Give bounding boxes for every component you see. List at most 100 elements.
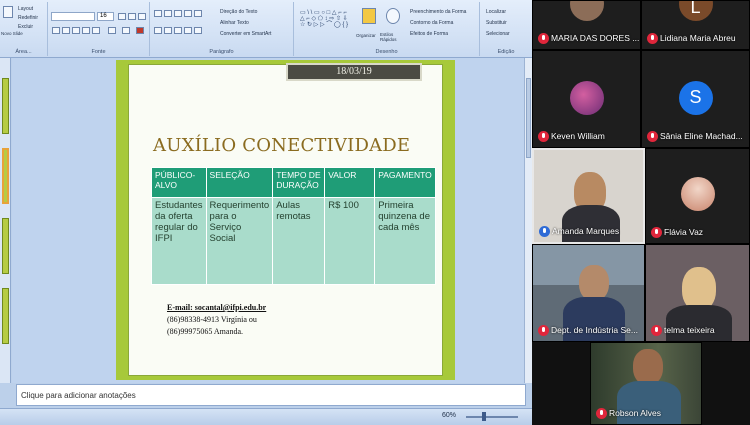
reset-button[interactable]: Redefinir bbox=[18, 15, 38, 22]
ribbon-group-font: 16 Fonte bbox=[48, 2, 150, 56]
ribbon-group-drawing: ▭ \ \ ▭ ○ □ △ ⌐ ⌐ △ ⌐ ◇ ⬠ ↕ ⇨ ⇧ ⇩ ☆ ↻ ▷ ▷ … bbox=[294, 2, 480, 56]
powerpoint-window: Layout Redefinir Excluir Novo Slide Área… bbox=[0, 0, 532, 425]
font-color-icon[interactable] bbox=[136, 27, 144, 34]
slide-canvas[interactable]: 18/03/19 AUXÍLIO CONECTIVIDADE PÚBLICO-A… bbox=[116, 60, 455, 380]
font-size-select[interactable]: 16 bbox=[97, 12, 114, 21]
layout-button[interactable]: Layout bbox=[18, 6, 33, 13]
slide-title[interactable]: AUXÍLIO CONECTIVIDADE bbox=[153, 135, 410, 156]
columns-icon[interactable] bbox=[194, 27, 202, 34]
clear-format-icon[interactable] bbox=[138, 13, 146, 20]
table-header-cell: VALOR bbox=[324, 167, 376, 198]
slide-thumbnail[interactable] bbox=[2, 78, 9, 134]
benefit-table[interactable]: PÚBLICO-ALVO SELEÇÃO TEMPO DE DURAÇÃO VA… bbox=[151, 167, 436, 285]
font-name-select[interactable] bbox=[51, 12, 95, 21]
avatar: S bbox=[678, 81, 713, 115]
align-right-icon[interactable] bbox=[174, 27, 182, 34]
avatar bbox=[569, 81, 604, 115]
decrease-indent-icon[interactable] bbox=[174, 10, 182, 17]
avatar bbox=[680, 177, 715, 211]
participant-name: MARIA DAS DORES ... bbox=[551, 33, 640, 43]
contact-email: E-mail: socantal@ifpi.edu.br bbox=[167, 303, 267, 312]
participant-name: Keven William bbox=[551, 131, 605, 141]
strikethrough-icon[interactable] bbox=[82, 27, 90, 34]
participant-name: Robson Alves bbox=[609, 408, 661, 418]
participant-video bbox=[563, 297, 625, 341]
justify-icon[interactable] bbox=[184, 27, 192, 34]
numbering-icon[interactable] bbox=[164, 10, 172, 17]
zoom-level[interactable]: 60% bbox=[442, 412, 456, 419]
table-row: Estudantes da oferta regular do IFPI Req… bbox=[151, 197, 436, 285]
align-text-button[interactable]: Alinhar Texto bbox=[220, 20, 249, 27]
ribbon-group-label: Edição bbox=[497, 49, 515, 55]
mic-muted-icon bbox=[647, 131, 658, 142]
text-direction-button[interactable]: Direção do Texto bbox=[220, 9, 257, 16]
grow-font-icon[interactable] bbox=[118, 13, 126, 20]
slide-thumbnail[interactable] bbox=[2, 288, 9, 344]
participant-tile[interactable]: Keven William bbox=[532, 50, 641, 148]
convert-smartart-button[interactable]: Converter em SmartArt bbox=[220, 31, 271, 38]
slide-edit-area[interactable]: 18/03/19 AUXÍLIO CONECTIVIDADE PÚBLICO-A… bbox=[12, 58, 524, 383]
mic-muted-icon bbox=[651, 227, 662, 238]
bullets-icon[interactable] bbox=[154, 10, 162, 17]
participant-tile[interactable]: MARIA DAS DORES ... bbox=[532, 0, 641, 50]
avatar: L bbox=[678, 1, 713, 21]
increase-indent-icon[interactable] bbox=[184, 10, 192, 17]
table-cell: Primeira quinzena de cada mês bbox=[374, 197, 436, 285]
shape-fill-button[interactable]: Preenchimento da Forma bbox=[410, 9, 466, 16]
italic-icon[interactable] bbox=[62, 27, 70, 34]
table-header-cell: PÚBLICO-ALVO bbox=[151, 167, 207, 198]
date-banner: 18/03/19 bbox=[286, 63, 422, 81]
shrink-font-icon[interactable] bbox=[128, 13, 136, 20]
participant-tile[interactable]: L Lidiana Maria Abreu bbox=[641, 0, 750, 50]
participant-tile[interactable]: S Sânia Eline Machad... bbox=[641, 50, 750, 148]
table-header-cell: PAGAMENTO bbox=[374, 167, 436, 198]
participant-video bbox=[633, 349, 663, 385]
slide-thumbnail-selected[interactable] bbox=[2, 148, 9, 204]
notes-pane[interactable]: Clique para adicionar anotações bbox=[16, 384, 526, 406]
shadow-icon[interactable] bbox=[92, 27, 100, 34]
zoom-slider-handle[interactable] bbox=[482, 412, 486, 421]
ribbon-group-editing: Localizar Substituir Selecionar Edição bbox=[480, 2, 532, 56]
new-slide-icon[interactable] bbox=[3, 6, 13, 18]
mic-muted-icon bbox=[596, 408, 607, 419]
select-button[interactable]: Selecionar bbox=[486, 31, 510, 38]
participant-tile[interactable]: Flávia Vaz bbox=[645, 148, 750, 244]
shape-effects-button[interactable]: Efeitos de Forma bbox=[410, 31, 448, 38]
slide-thumbnail[interactable] bbox=[2, 218, 9, 274]
contact-info: E-mail: socantal@ifpi.edu.br (86)98338-4… bbox=[167, 302, 266, 338]
shapes-gallery[interactable]: ▭ \ \ ▭ ○ □ △ ⌐ ⌐ △ ⌐ ◇ ⬠ ↕ ⇨ ⇧ ⇩ ☆ ↻ ▷ ▷ … bbox=[300, 10, 356, 28]
participant-tile[interactable]: telma teixeira bbox=[645, 244, 750, 342]
participant-video bbox=[562, 205, 620, 242]
char-spacing-icon[interactable] bbox=[108, 27, 116, 34]
table-cell: Aulas remotas bbox=[272, 197, 326, 285]
arrange-icon[interactable] bbox=[362, 8, 376, 24]
zoom-slider[interactable] bbox=[466, 416, 518, 418]
align-center-icon[interactable] bbox=[164, 27, 172, 34]
table-header-cell: SELEÇÃO bbox=[205, 167, 274, 198]
quick-styles-icon[interactable] bbox=[386, 8, 400, 24]
underline-icon[interactable] bbox=[72, 27, 80, 34]
new-slide-button[interactable]: Novo Slide bbox=[1, 30, 23, 37]
scrollbar-thumb[interactable] bbox=[526, 78, 531, 158]
slide-thumbnails-panel[interactable] bbox=[0, 58, 11, 383]
replace-button[interactable]: Substituir bbox=[486, 20, 507, 27]
bold-icon[interactable] bbox=[52, 27, 60, 34]
align-left-icon[interactable] bbox=[154, 27, 162, 34]
notes-placeholder: Clique para adicionar anotações bbox=[21, 391, 136, 400]
participant-name: Dept. de Indústria Se... bbox=[551, 325, 638, 335]
mic-muted-icon bbox=[538, 325, 549, 336]
shape-outline-button[interactable]: Contorno da Forma bbox=[410, 20, 453, 27]
participant-tile-active-speaker[interactable]: Amanda Marques bbox=[532, 148, 645, 244]
find-button[interactable]: Localizar bbox=[486, 9, 506, 16]
arrange-button[interactable]: Organizar bbox=[356, 32, 376, 39]
participant-name: Lidiana Maria Abreu bbox=[660, 33, 736, 43]
ribbon-group-label: Parágrafo bbox=[209, 49, 234, 55]
vertical-scrollbar[interactable] bbox=[524, 58, 532, 383]
table-header-cell: TEMPO DE DURAÇÃO bbox=[272, 167, 326, 198]
participant-tile[interactable]: Dept. de Indústria Se... bbox=[532, 244, 645, 342]
line-spacing-icon[interactable] bbox=[194, 10, 202, 17]
mic-muted-icon bbox=[647, 33, 658, 44]
change-case-icon[interactable] bbox=[122, 27, 130, 34]
participant-tile[interactable]: Robson Alves bbox=[590, 342, 702, 425]
quick-styles-button[interactable]: Estilos Rápidos bbox=[380, 32, 406, 42]
